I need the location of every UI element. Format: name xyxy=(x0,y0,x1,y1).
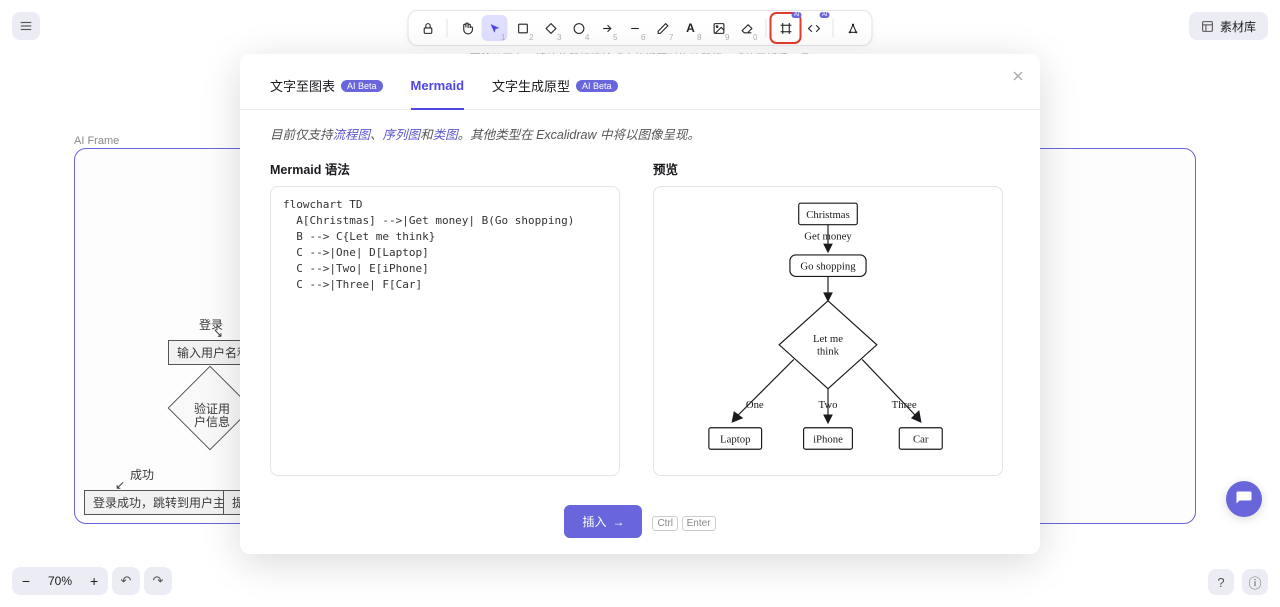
arrow-icon xyxy=(600,22,613,35)
hand-tool[interactable] xyxy=(454,15,480,41)
info-button[interactable]: ⓘ xyxy=(1242,569,1268,595)
line-icon xyxy=(628,22,641,35)
svg-text:Go shopping: Go shopping xyxy=(800,261,856,273)
zoom-in-button[interactable]: + xyxy=(80,567,108,595)
tab-text-to-diagram[interactable]: 文字至图表 AI Beta xyxy=(270,76,383,109)
image-icon xyxy=(712,22,725,35)
image-tool[interactable]: 9 xyxy=(706,15,732,41)
other-tool[interactable] xyxy=(840,15,866,41)
library-button[interactable]: 素材库 xyxy=(1189,12,1268,40)
line-tool[interactable]: 6 xyxy=(622,15,648,41)
text-tool[interactable]: A8 xyxy=(678,15,704,41)
chat-icon xyxy=(1235,490,1253,508)
other-icon xyxy=(846,22,859,35)
undo-button[interactable]: ↶ xyxy=(112,567,140,595)
ai-badge: AI xyxy=(792,12,802,18)
menu-button[interactable] xyxy=(12,12,40,40)
svg-text:think: think xyxy=(817,346,840,358)
tab-mermaid[interactable]: Mermaid xyxy=(411,76,464,110)
circle-icon xyxy=(572,22,585,35)
ai-pill: AI Beta xyxy=(576,80,618,92)
frame-icon xyxy=(779,22,792,35)
library-label: 素材库 xyxy=(1220,18,1256,35)
flowchart-preview: Christmas Get money Go shopping Let me t… xyxy=(662,195,994,475)
preview-box: Christmas Get money Go shopping Let me t… xyxy=(653,186,1003,476)
bg-node-success: 登录成功，跳转到用户主页 xyxy=(84,490,246,515)
svg-text:iPhone: iPhone xyxy=(813,433,843,445)
separator xyxy=(833,19,834,37)
frame-label: AI Frame xyxy=(74,135,119,147)
lock-icon xyxy=(421,22,434,35)
pencil-icon xyxy=(656,22,669,35)
frame-tool[interactable]: AI xyxy=(773,15,799,41)
preview-label: 预览 xyxy=(653,159,1010,178)
text-icon: A xyxy=(686,21,695,35)
svg-text:Christmas: Christmas xyxy=(806,209,850,221)
eraser-tool[interactable]: 0 xyxy=(734,15,760,41)
svg-text:Car: Car xyxy=(913,433,929,445)
lock-tool[interactable] xyxy=(415,15,441,41)
svg-text:Three: Three xyxy=(892,399,917,411)
diamond-icon xyxy=(544,22,557,35)
mermaid-modal: 文字至图表 AI Beta Mermaid 文字生成原型 AI Beta 目前仅… xyxy=(240,54,1040,554)
draw-tool[interactable]: 7 xyxy=(650,15,676,41)
bg-label-success: 成功 xyxy=(130,466,154,483)
svg-text:Get money: Get money xyxy=(804,230,852,242)
link-flowchart[interactable]: 流程图 xyxy=(333,128,371,142)
close-button[interactable] xyxy=(1010,68,1026,89)
insert-button[interactable]: 插入 → xyxy=(564,505,642,538)
mermaid-code-input[interactable] xyxy=(270,186,620,476)
library-icon xyxy=(1201,20,1214,33)
svg-text:One: One xyxy=(746,399,764,411)
separator xyxy=(447,19,448,37)
link-class[interactable]: 类图 xyxy=(433,128,458,142)
svg-text:Let me: Let me xyxy=(813,333,843,345)
eraser-icon xyxy=(740,22,753,35)
undo-redo: ↶ ↷ xyxy=(112,567,172,595)
zoom-controls: − 70% + xyxy=(12,567,108,595)
support-note: 目前仅支持流程图、序列图和类图。其他类型在 Excalidraw 中将以图像呈现… xyxy=(270,124,1010,143)
svg-text:Laptop: Laptop xyxy=(720,433,750,445)
close-icon xyxy=(1010,68,1026,84)
bg-node-verify: 验证用户信息 xyxy=(194,403,230,429)
chat-fab[interactable] xyxy=(1226,481,1262,517)
diamond-tool[interactable]: 3 xyxy=(538,15,564,41)
select-tool[interactable]: 1 xyxy=(482,15,508,41)
cursor-icon xyxy=(488,22,501,35)
ai-badge: AI xyxy=(820,12,830,18)
help-button[interactable]: ? xyxy=(1208,569,1234,595)
tab-text-to-prototype[interactable]: 文字生成原型 AI Beta xyxy=(492,76,618,109)
separator xyxy=(766,19,767,37)
embed-icon xyxy=(807,22,820,35)
link-sequence[interactable]: 序列图 xyxy=(383,128,421,142)
redo-button[interactable]: ↷ xyxy=(144,567,172,595)
ellipse-tool[interactable]: 4 xyxy=(566,15,592,41)
embed-tool[interactable]: AI xyxy=(801,15,827,41)
rectangle-tool[interactable]: 2 xyxy=(510,15,536,41)
modal-tabs: 文字至图表 AI Beta Mermaid 文字生成原型 AI Beta xyxy=(240,54,1040,110)
ai-pill: AI Beta xyxy=(341,80,383,92)
arrow-tool[interactable]: 5 xyxy=(594,15,620,41)
arrow-icon: → xyxy=(612,515,624,529)
kbd-enter: Enter xyxy=(682,516,716,531)
syntax-label: Mermaid 语法 xyxy=(270,159,627,178)
square-icon xyxy=(516,22,529,35)
zoom-level[interactable]: 70% xyxy=(40,574,80,588)
hamburger-icon xyxy=(19,19,33,33)
zoom-out-button[interactable]: − xyxy=(12,567,40,595)
hand-icon xyxy=(460,22,473,35)
kbd-ctrl: Ctrl xyxy=(652,516,678,531)
toolbar: 1 2 3 4 5 6 7 A8 9 0 AI AI xyxy=(408,10,873,46)
svg-text:Two: Two xyxy=(819,399,838,411)
